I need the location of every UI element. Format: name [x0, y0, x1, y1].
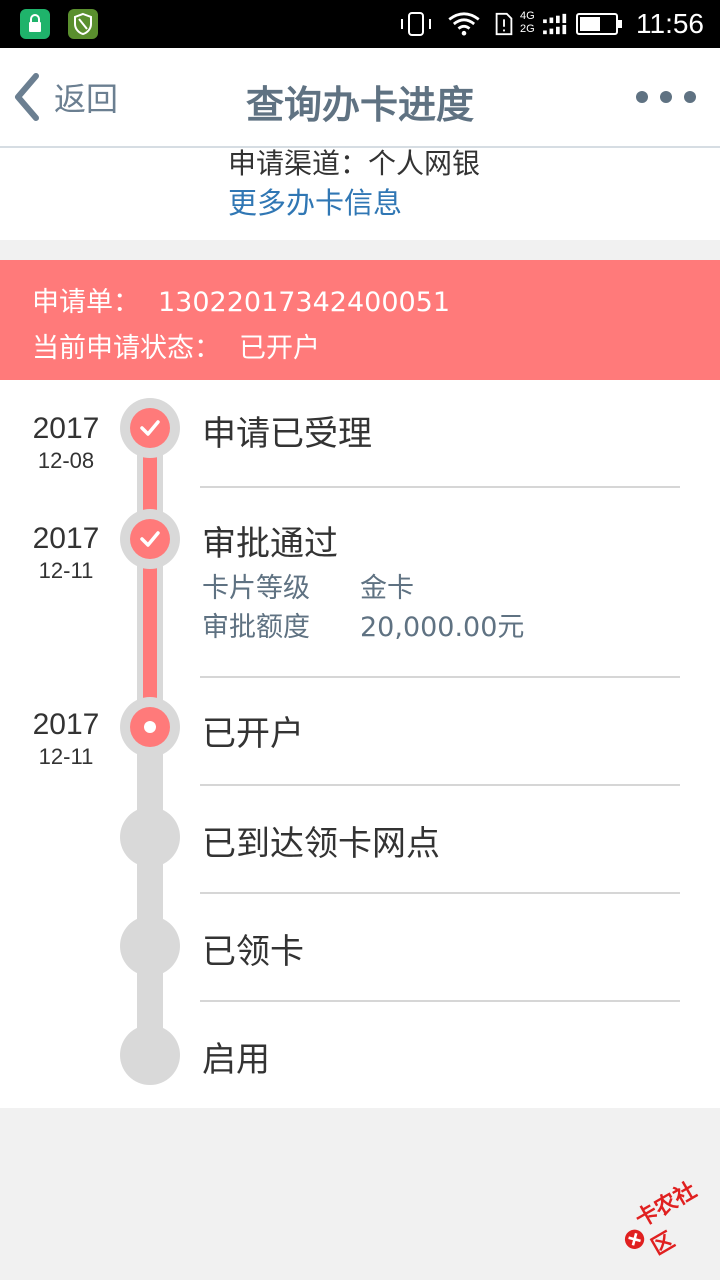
- more-card-info-link[interactable]: 更多办卡信息: [228, 180, 402, 222]
- timeline-progress: [143, 424, 157, 724]
- detail-value: 20,000.00元: [360, 612, 525, 643]
- step-label: 已领卡: [202, 932, 304, 972]
- order-row: 申请单： 13022017342400051: [32, 280, 468, 319]
- timeline-node-pending: [120, 1025, 180, 1085]
- divider: [200, 486, 680, 488]
- step-label: 申请已受理: [202, 414, 372, 454]
- check-icon: [140, 531, 160, 547]
- current-dot-icon: [144, 721, 156, 733]
- detail-value: 金卡: [360, 573, 414, 604]
- application-info: 申请渠道：个人网银 更多办卡信息: [0, 148, 720, 240]
- detail-row: 审批额度 20,000.00元: [202, 605, 524, 644]
- application-channel: 申请渠道：个人网银: [228, 148, 480, 182]
- header-bar: 返回 查询办卡进度: [0, 48, 720, 148]
- order-label: 申请单：: [32, 287, 140, 318]
- divider: [200, 676, 680, 678]
- lock-icon: [20, 9, 50, 39]
- step-date: 2017 12-11: [32, 522, 100, 583]
- order-number: 13022017342400051: [158, 287, 451, 318]
- status-row: 当前申请状态： 已开户: [32, 326, 338, 365]
- step-date: 2017 12-08: [32, 412, 100, 473]
- battery-icon: [576, 13, 622, 35]
- step-label: 已开户: [202, 714, 304, 754]
- divider: [200, 1000, 680, 1002]
- timeline-node-pending: [120, 807, 180, 867]
- divider: [200, 892, 680, 894]
- timeline-node-current: [120, 697, 180, 757]
- check-icon: [140, 420, 160, 436]
- detail-row: 卡片等级 金卡: [202, 566, 414, 605]
- step-date: 2017 12-11: [32, 708, 100, 769]
- progress-timeline: 2017 12-08 申请已受理 2017 12-11 审批通过 卡片等级 金卡…: [0, 380, 720, 1108]
- network-type-top: 4G: [520, 10, 535, 22]
- divider: [200, 784, 680, 786]
- timeline-node-done: [120, 509, 180, 569]
- detail-label: 审批额度: [202, 612, 310, 643]
- application-status-banner: 申请单： 13022017342400051 当前申请状态： 已开户: [0, 260, 720, 380]
- page-title: 查询办卡进度: [245, 83, 474, 127]
- status-label: 当前申请状态：: [32, 333, 221, 364]
- step-label: 审批通过: [202, 524, 338, 564]
- channel-value: 个人网银: [368, 148, 481, 180]
- vibrate-icon: [401, 12, 431, 36]
- signal-icon: [543, 13, 567, 35]
- step-label: 启用: [202, 1040, 270, 1080]
- timeline-node-done: [120, 398, 180, 458]
- status-time: 11:56: [636, 8, 704, 39]
- timeline-node-pending: [120, 916, 180, 976]
- more-dots-icon: [636, 91, 648, 103]
- channel-label: 申请渠道：: [228, 148, 369, 180]
- wifi-icon: [448, 12, 480, 36]
- sim-icon: [495, 12, 513, 36]
- status-bar: 4G 2G 11:56: [0, 0, 720, 48]
- more-button[interactable]: [636, 88, 696, 106]
- detail-label: 卡片等级: [202, 573, 310, 604]
- network-type-bottom: 2G: [520, 23, 535, 35]
- step-label: 已到达领卡网点: [202, 824, 440, 864]
- shield-icon: [68, 9, 98, 39]
- status-value: 已开户: [239, 333, 320, 364]
- watermark-logo: 卡农社区: [610, 1169, 720, 1271]
